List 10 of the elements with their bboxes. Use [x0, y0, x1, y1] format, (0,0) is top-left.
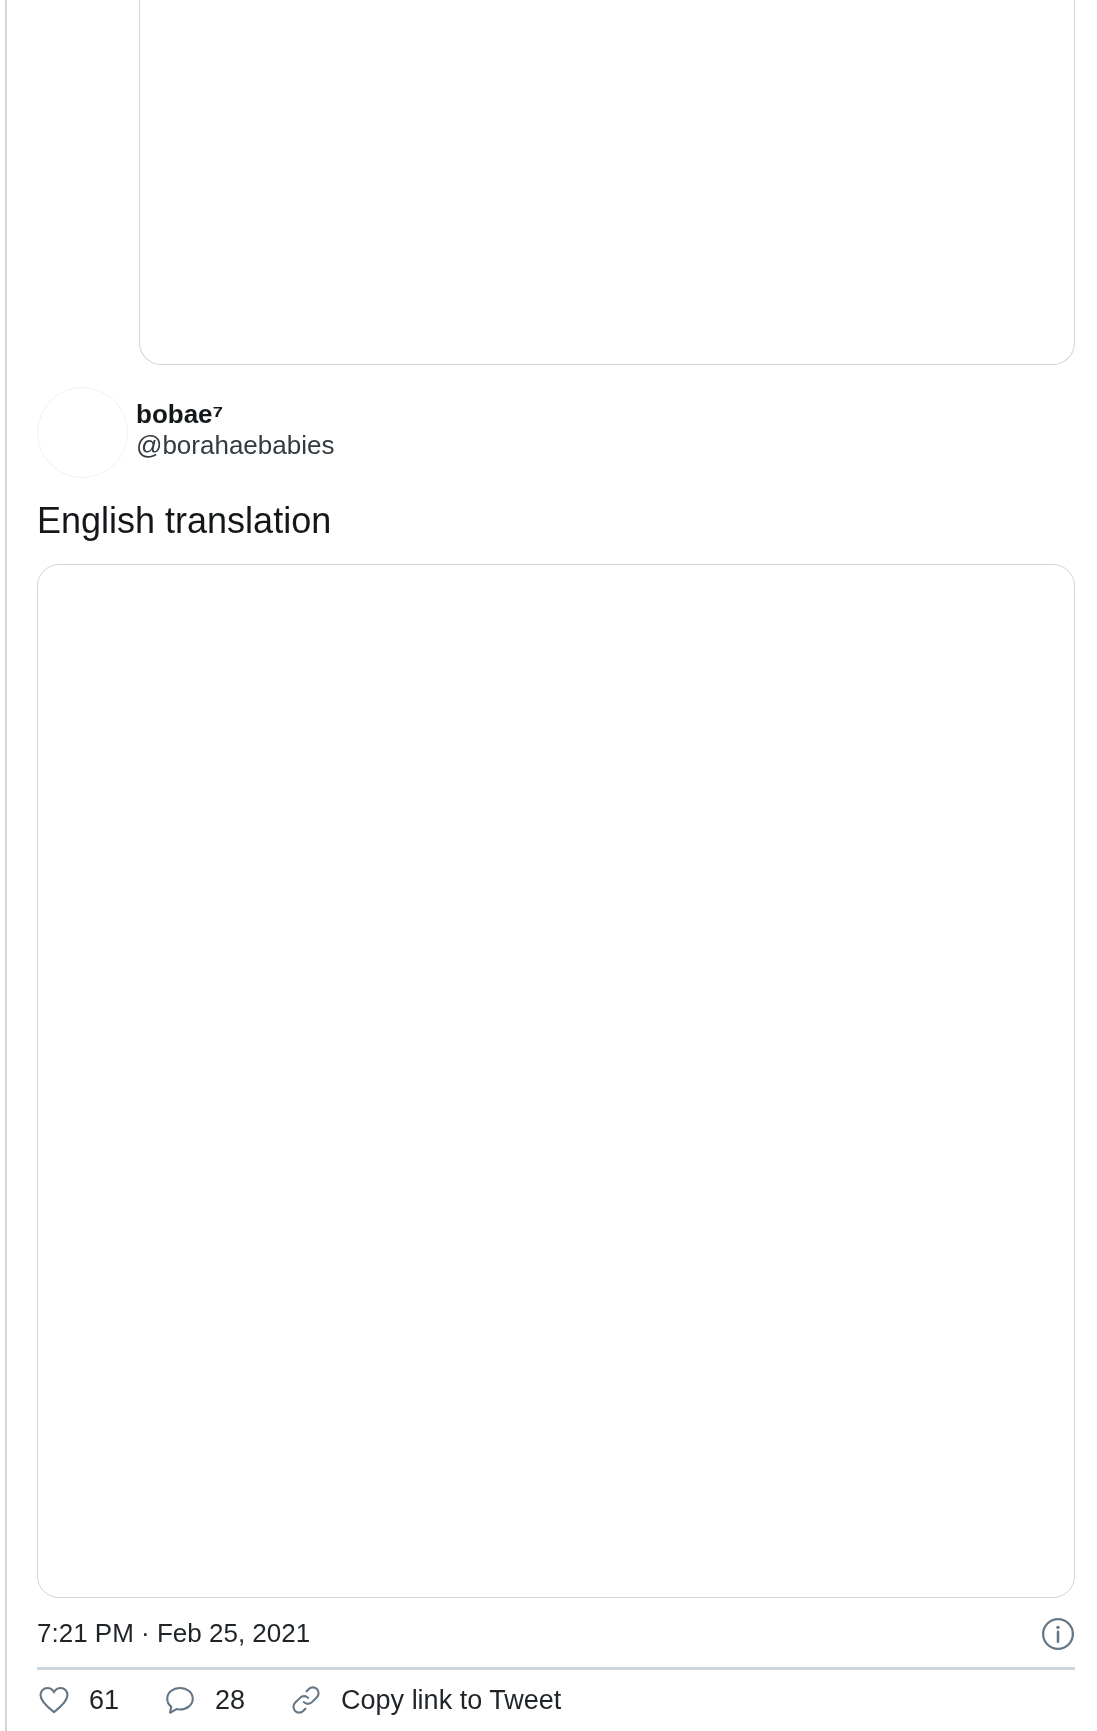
copy-link-button[interactable]: Copy link to Tweet [289, 1680, 562, 1721]
reply-button[interactable]: 28 [163, 1680, 246, 1721]
username[interactable]: @borahaebabies [136, 429, 335, 461]
media-card[interactable] [37, 564, 1075, 1598]
tweet-text: English translation [37, 500, 333, 542]
display-name[interactable]: bobae⁷ [136, 399, 335, 429]
quoted-media-card[interactable] [139, 0, 1075, 365]
like-button[interactable]: 61 [37, 1680, 120, 1721]
timestamp[interactable]: 7:21 PM · Feb 25, 2021 [37, 1614, 311, 1653]
info-icon[interactable] [1041, 1616, 1075, 1651]
